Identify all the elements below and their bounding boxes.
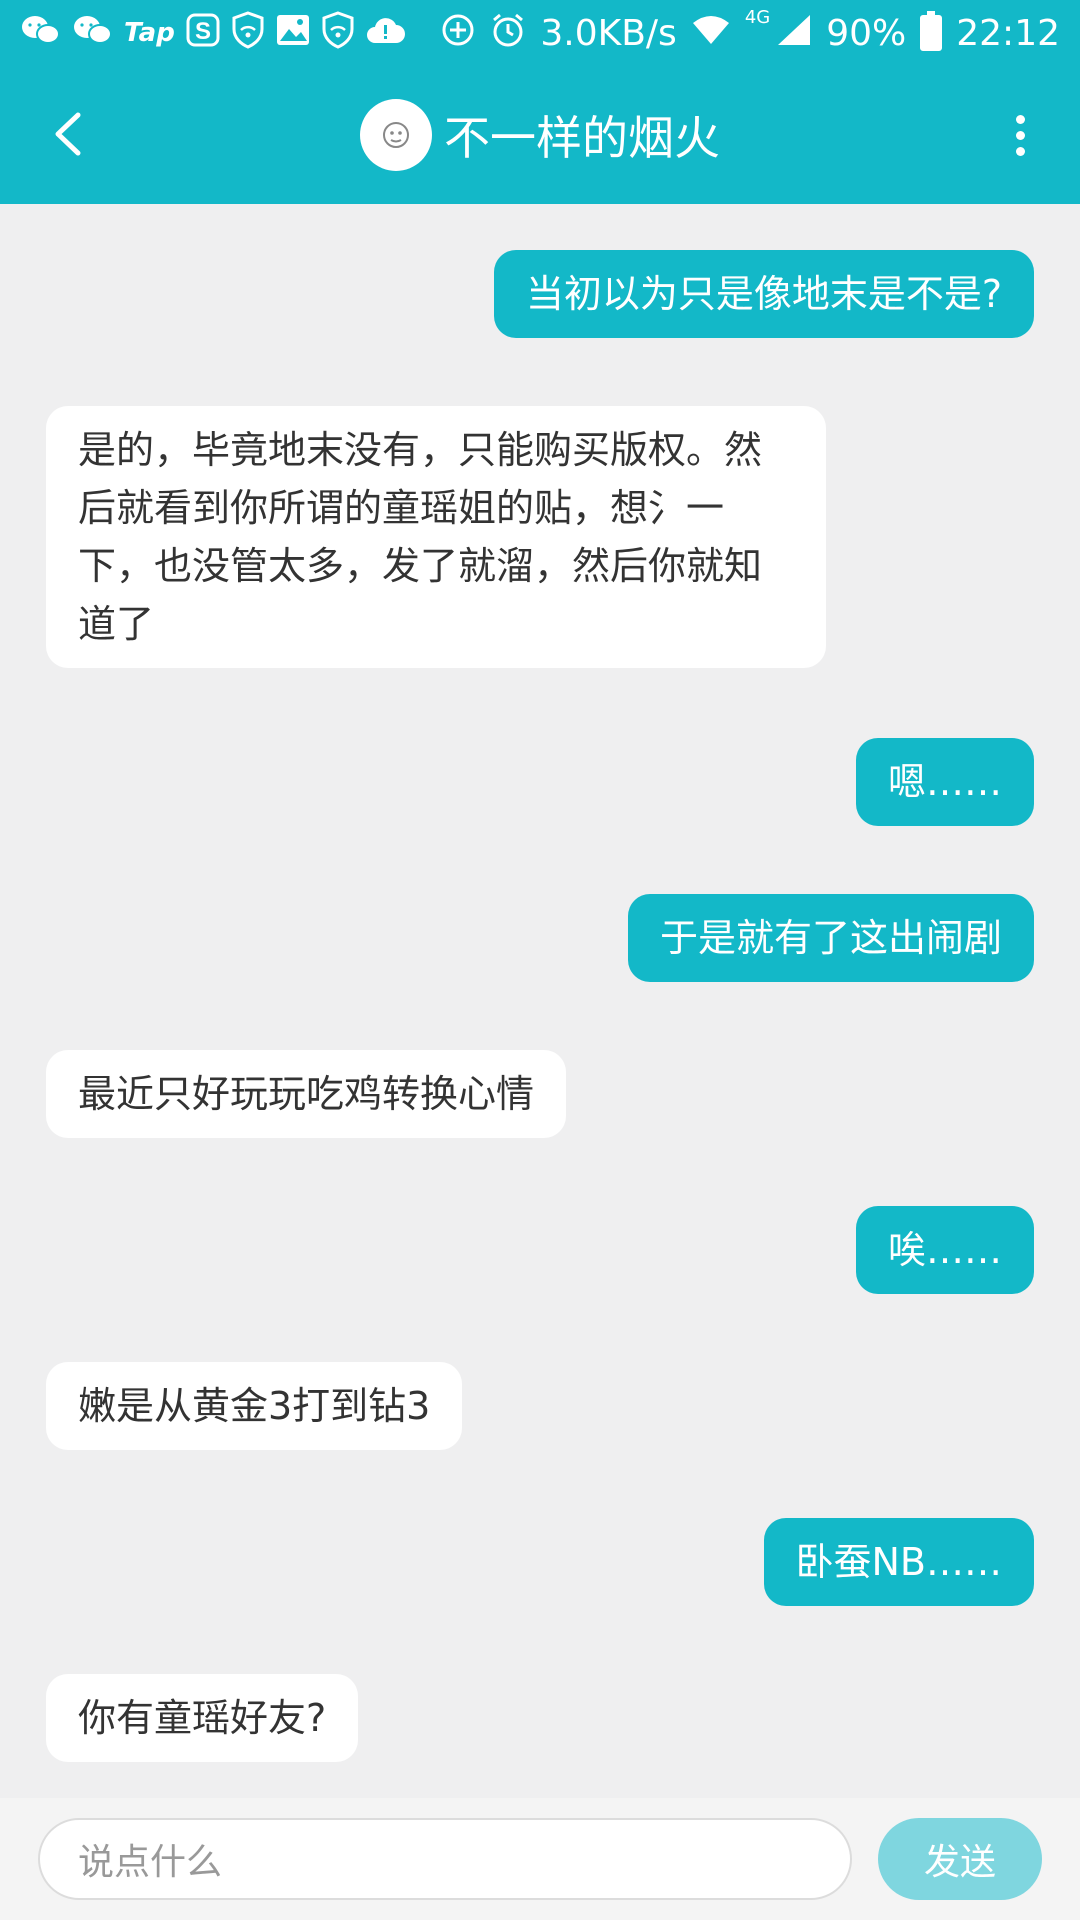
avatar[interactable] [360, 99, 432, 171]
page-title: 不一样的烟火 [444, 111, 720, 165]
chat-title-area[interactable]: 不一样的烟火 [0, 94, 1080, 176]
wifi-icon [691, 15, 731, 51]
cloud-upload-icon [365, 15, 405, 51]
vpn-shield-icon [231, 11, 265, 55]
sogou-icon: S [185, 12, 221, 54]
composer-bar: 说点什么 发送 [0, 1798, 1080, 1920]
message-incoming[interactable]: 是的，毕竟地末没有，只能购买版权。然后就看到你所谓的童瑶姐的贴，想氵一下，也没管… [46, 406, 826, 668]
system-status: 3.0KB/s 4G 90% 22:12 [440, 7, 1060, 54]
notification-icons: Tap S [20, 11, 405, 55]
data-saver-icon [440, 12, 476, 54]
message-outgoing[interactable]: 于是就有了这出闹剧 [627, 894, 1034, 982]
gallery-icon [275, 13, 311, 53]
more-options-button[interactable] [1000, 100, 1040, 170]
status-bar: Tap S 3.0KB/s 4G 90% 22:12 [0, 0, 1080, 66]
message-outgoing[interactable]: 唉…… [855, 1206, 1034, 1294]
wechat-icon [20, 13, 62, 53]
battery-icon [920, 11, 943, 51]
message-outgoing[interactable]: 卧蚕NB…… [763, 1518, 1034, 1606]
message-outgoing[interactable]: 嗯…… [855, 738, 1034, 826]
taptap-icon: Tap [124, 18, 175, 48]
svg-text:S: S [195, 18, 211, 45]
message-input[interactable]: 说点什么 [38, 1818, 852, 1900]
network-type: 4G [744, 6, 771, 28]
alarm-icon [490, 12, 526, 54]
nav-bar: 不一样的烟火 [0, 66, 1080, 204]
battery-percent: 90% [826, 12, 907, 54]
top-bar: Tap S 3.0KB/s 4G 90% 22:12 不一样的烟火 [0, 0, 1080, 204]
message-list[interactable]: 当初以为只是像地末是不是? 是的，毕竟地末没有，只能购买版权。然后就看到你所谓的… [0, 204, 1080, 1798]
message-outgoing[interactable]: 当初以为只是像地末是不是? [493, 250, 1034, 338]
cell-signal-icon [776, 13, 812, 53]
send-button[interactable]: 发送 [878, 1818, 1042, 1900]
message-incoming[interactable]: 最近只好玩玩吃鸡转换心情 [46, 1050, 567, 1138]
vpn-shield-icon [321, 11, 355, 55]
message-incoming[interactable]: 你有童瑶好友? [46, 1674, 359, 1762]
wechat-icon [72, 13, 114, 53]
message-incoming[interactable]: 嫩是从黄金3打到钻3 [46, 1362, 463, 1450]
more-vertical-icon [1015, 114, 1025, 124]
clock: 22:12 [956, 12, 1060, 54]
net-speed: 3.0KB/s [540, 12, 677, 54]
